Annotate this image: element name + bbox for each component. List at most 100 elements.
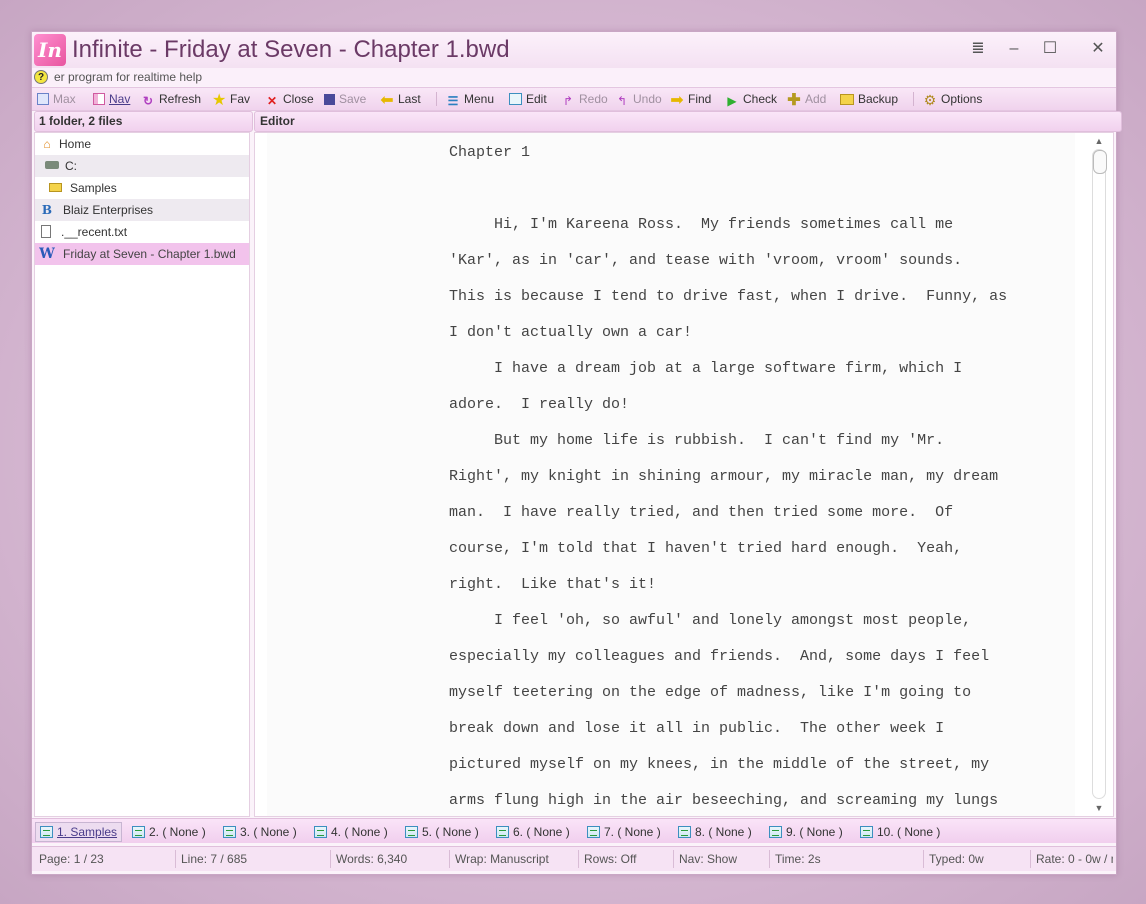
save-button[interactable]: Save: [324, 90, 366, 108]
edit-doc-icon: [509, 93, 522, 105]
document-line[interactable]: pictured myself on my knees, in the midd…: [449, 747, 989, 783]
document-line[interactable]: 'Kar', as in 'car', and tease with 'vroo…: [449, 243, 962, 279]
plus-icon: ✚: [787, 92, 801, 109]
doc-tab-icon: [860, 826, 873, 838]
document-line[interactable]: myself teetering on the edge of madness,…: [449, 675, 971, 711]
fav-button[interactable]: ★ Fav: [212, 90, 250, 109]
check-button[interactable]: ▶ Check: [725, 90, 777, 108]
doc-tab-icon: [40, 826, 53, 838]
nav-item-blaiz[interactable]: B Blaiz Enterprises: [35, 199, 249, 221]
menu-button[interactable]: ☰ Menu: [446, 90, 494, 108]
doc-tab-icon: [223, 826, 236, 838]
add-button[interactable]: ✚ Add: [787, 90, 826, 109]
document-line[interactable]: But my home life is rubbish. I can't fin…: [449, 423, 944, 459]
status-page[interactable]: Page: 1 / 23: [34, 850, 176, 868]
nav-item-recent[interactable]: .__recent.txt: [35, 221, 249, 243]
options-button[interactable]: ⚙ Options: [923, 90, 983, 108]
status-nav[interactable]: Nav: Show: [674, 850, 770, 868]
text-file-icon: [41, 225, 51, 238]
arrow-right-icon: ➡: [670, 92, 684, 109]
navigator-header: 1 folder, 2 files: [34, 111, 253, 132]
tab-4[interactable]: 4. ( None ): [314, 823, 388, 841]
tab-8[interactable]: 8. ( None ): [678, 823, 752, 841]
blaiz-logo-icon: B: [41, 203, 53, 217]
document-line[interactable]: Chapter 1: [449, 135, 530, 171]
document-line[interactable]: This is because I tend to drive fast, wh…: [449, 279, 1007, 315]
title-bar: In Infinite - Friday at Seven - Chapter …: [32, 32, 1116, 68]
status-typed[interactable]: Typed: 0w: [924, 850, 1031, 868]
nav-item-drive[interactable]: C:: [35, 155, 249, 177]
backup-button[interactable]: Backup: [840, 90, 898, 108]
scroll-up-icon[interactable]: ▲: [1093, 135, 1105, 147]
nav-button[interactable]: Nav: [93, 90, 130, 108]
editor-header: Editor: [254, 111, 1122, 132]
last-button[interactable]: ⬅ Last: [380, 90, 420, 109]
document-line[interactable]: man. I have really tried, and then tried…: [449, 495, 953, 531]
window-menu-button[interactable]: ≣: [964, 36, 992, 62]
toolbar-separator: [913, 92, 914, 106]
undo-button[interactable]: ↰ Undo: [615, 90, 662, 108]
document-line[interactable]: adore. I really do!: [449, 387, 629, 423]
status-time[interactable]: Time: 2s: [770, 850, 924, 868]
scroll-thumb[interactable]: [1093, 150, 1107, 174]
scroll-down-icon[interactable]: ▼: [1093, 802, 1105, 814]
drive-icon: [45, 161, 59, 169]
app-window: In Infinite - Friday at Seven - Chapter …: [31, 31, 1122, 875]
tab-1[interactable]: 1. Samples: [35, 822, 123, 842]
document-line[interactable]: break down and lose it all in public. Th…: [449, 711, 944, 747]
document-line[interactable]: right. Like that's it!: [449, 567, 656, 603]
status-rate[interactable]: Rate: 0 - 0w / m: [1031, 850, 1113, 868]
tab-7[interactable]: 7. ( None ): [587, 823, 661, 841]
document-line[interactable]: I have a dream job at a large software f…: [449, 351, 962, 387]
close-button[interactable]: ✕ Close: [265, 90, 314, 108]
document-line[interactable]: Right', my knight in shining armour, my …: [449, 459, 998, 495]
tab-6[interactable]: 6. ( None ): [496, 823, 570, 841]
find-button[interactable]: ➡ Find: [670, 90, 711, 109]
refresh-button[interactable]: ↻ Refresh: [141, 90, 201, 108]
help-icon[interactable]: ?: [34, 70, 48, 84]
tab-5[interactable]: 5. ( None ): [405, 823, 479, 841]
max-button[interactable]: Max: [37, 90, 76, 108]
tab-3[interactable]: 3. ( None ): [223, 823, 297, 841]
home-icon: ⌂: [43, 137, 51, 151]
undo-icon: ↰: [616, 94, 628, 108]
status-words[interactable]: Words: 6,340: [331, 850, 450, 868]
save-icon: [324, 94, 335, 105]
edit-button[interactable]: Edit: [509, 90, 547, 108]
word-doc-icon: W: [39, 246, 55, 262]
tab-10[interactable]: 10. ( None ): [860, 823, 940, 841]
document-line[interactable]: I feel 'oh, so awful' and lonely amongst…: [449, 603, 971, 639]
vertical-scrollbar[interactable]: ▲ ▼: [1089, 133, 1109, 816]
close-window-button[interactable]: ✕: [1084, 36, 1112, 62]
doc-tab-icon: [678, 826, 691, 838]
status-line[interactable]: Line: 7 / 685: [176, 850, 331, 868]
menu-icon: ☰: [447, 94, 459, 108]
document-page[interactable]: Chapter 1 Hi, I'm Kareena Ross. My frien…: [267, 133, 1075, 816]
tab-2[interactable]: 2. ( None ): [132, 823, 206, 841]
nav-panel-icon: [93, 93, 105, 105]
nav-item-current-file[interactable]: W Friday at Seven - Chapter 1.bwd: [35, 243, 249, 265]
status-rows[interactable]: Rows: Off: [579, 850, 674, 868]
document-line[interactable]: Hi, I'm Kareena Ross. My friends sometim…: [449, 207, 953, 243]
folder-open-icon: [49, 183, 62, 192]
arrow-left-icon: ⬅: [380, 92, 394, 109]
document-line[interactable]: arms flung high in the air beseeching, a…: [449, 783, 998, 816]
document-line[interactable]: especially my colleagues and friends. An…: [449, 639, 989, 675]
help-text: er program for realtime help: [54, 70, 203, 84]
tab-9[interactable]: 9. ( None ): [769, 823, 843, 841]
nav-item-home[interactable]: ⌂ Home: [35, 133, 249, 155]
refresh-icon: ↻: [142, 94, 154, 108]
nav-item-samples[interactable]: Samples: [35, 177, 249, 199]
gear-icon: ⚙: [923, 92, 937, 108]
toolbar: Max Nav ↻ Refresh ★ Fav ✕ Close Save ⬅ Last …: [32, 87, 1116, 111]
scroll-track[interactable]: [1092, 149, 1107, 799]
close-icon: ✕: [266, 94, 278, 108]
document-line[interactable]: course, I'm told that I haven't tried ha…: [449, 531, 962, 567]
document-line[interactable]: I don't actually own a car!: [449, 315, 692, 351]
editor-area[interactable]: Chapter 1 Hi, I'm Kareena Ross. My frien…: [254, 132, 1114, 817]
maximize-button[interactable]: ☐: [1036, 36, 1064, 62]
redo-button[interactable]: ↱ Redo: [561, 90, 608, 108]
status-wrap[interactable]: Wrap: Manuscript: [450, 850, 579, 868]
backup-folder-icon: [840, 94, 854, 105]
minimize-button[interactable]: –: [1000, 36, 1028, 62]
